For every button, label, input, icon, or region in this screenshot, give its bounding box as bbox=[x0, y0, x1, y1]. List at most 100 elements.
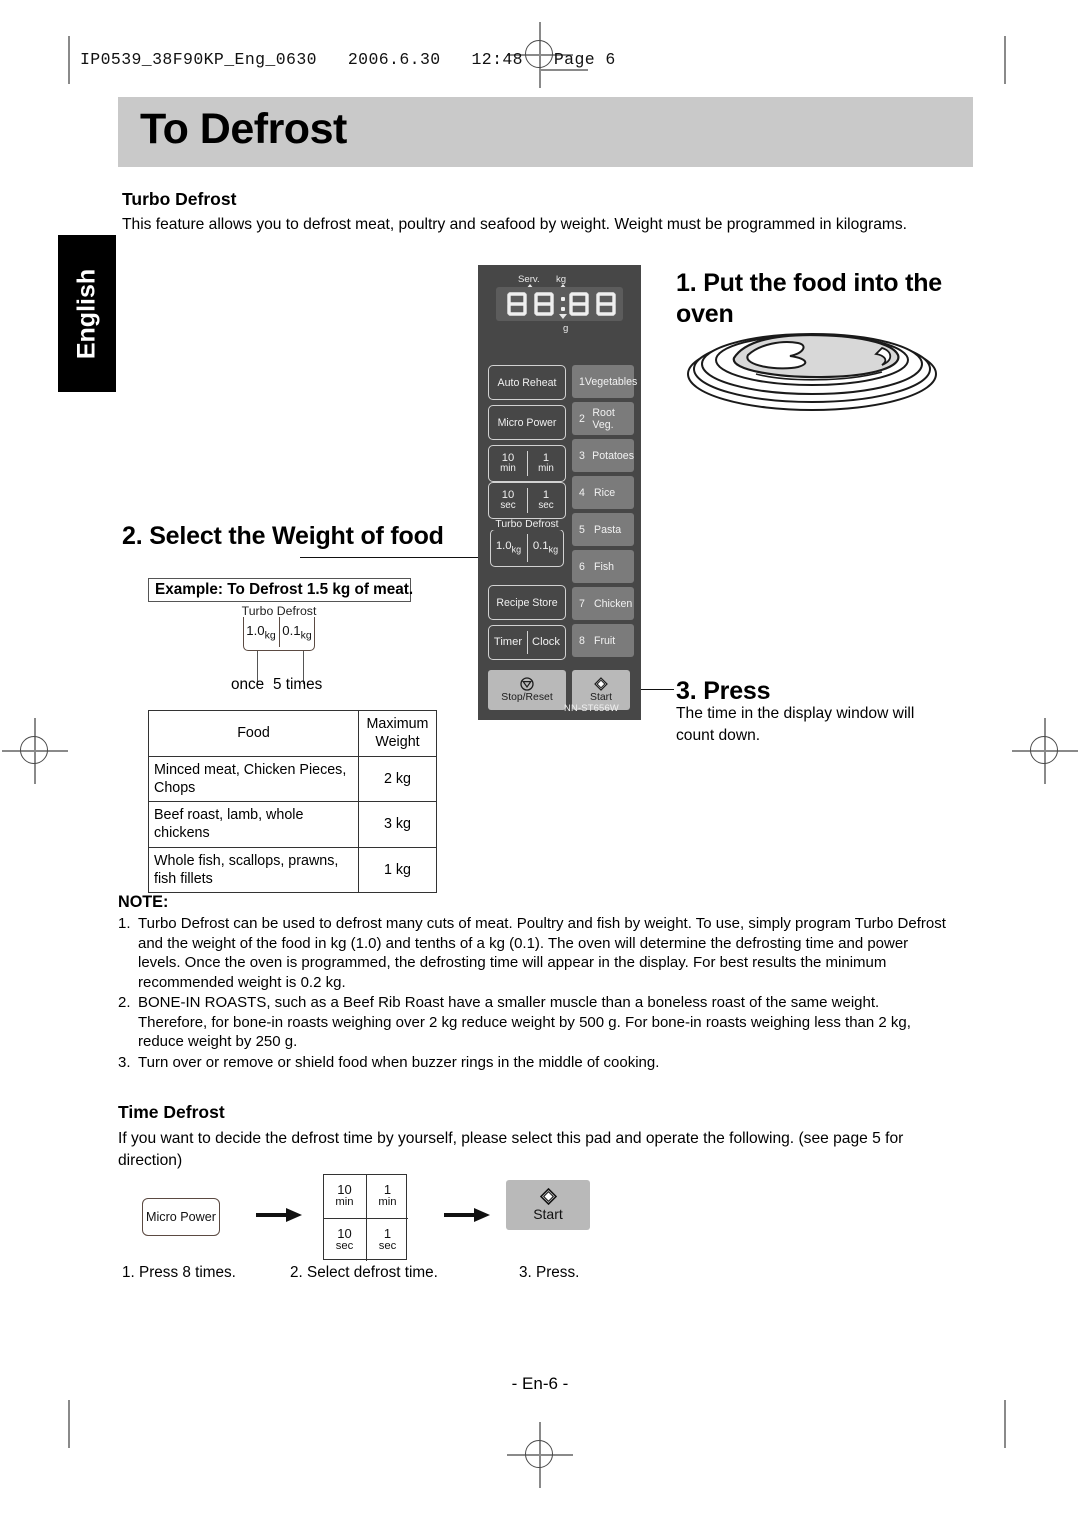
crop-rule-bottom-left bbox=[68, 1400, 70, 1448]
menu-label: Potatoes bbox=[592, 449, 634, 462]
example-tick-label-right: 5 times bbox=[273, 676, 323, 693]
panel-menu-root-veg[interactable]: 2 Root Veg. bbox=[572, 402, 634, 435]
flow-pad-10-min: 10 min bbox=[335, 1182, 354, 1208]
registration-mark-left bbox=[2, 718, 68, 784]
note-item: 3. Turn over or remove or shield food wh… bbox=[118, 1053, 946, 1073]
panel-pad-1-sec[interactable]: 1 sec bbox=[527, 483, 565, 518]
flow-start-label: Start bbox=[533, 1206, 563, 1222]
note-item-text: Turbo Defrost can be used to defrost man… bbox=[138, 915, 946, 991]
step-3-leader-line bbox=[638, 689, 674, 691]
menu-number: 7 bbox=[579, 597, 585, 610]
arrow-right-icon bbox=[444, 1208, 490, 1222]
panel-pad-10-min[interactable]: 10 min bbox=[489, 446, 527, 481]
example-tick-label-left: once bbox=[231, 676, 265, 693]
note-item: 1. Turbo Defrost can be used to defrost … bbox=[118, 914, 946, 992]
seven-segment-digit-icon bbox=[507, 292, 527, 316]
menu-label: Vegetables bbox=[584, 375, 638, 388]
table-cell-weight: 3 kg bbox=[358, 801, 437, 848]
table-cell-food: Whole fish, scallops, prawns, fish fille… bbox=[148, 846, 359, 894]
panel-menu-potatoes[interactable]: 3 Potatoes bbox=[572, 439, 634, 472]
note-list: 1. Turbo Defrost can be used to defrost … bbox=[118, 914, 946, 1073]
panel-menu-fish[interactable]: 6 Fish bbox=[572, 550, 634, 583]
registration-mark-bottom bbox=[507, 1422, 573, 1488]
note-item-text: Turn over or remove or shield food when … bbox=[138, 1053, 660, 1071]
max-weight-table: Food Maximum Weight Minced meat, Chicken… bbox=[148, 710, 437, 894]
table-row: Whole fish, scallops, prawns, fish fille… bbox=[148, 846, 437, 894]
display-indicator-g: g bbox=[563, 323, 569, 334]
flow-caption-2: 2. Select defrost time. bbox=[290, 1264, 438, 1281]
panel-menu-vegetables[interactable]: 1 Vegetables bbox=[572, 365, 638, 398]
flow-pad-1-sec: 1 sec bbox=[378, 1226, 397, 1252]
crop-rule-bottom-right bbox=[1004, 1400, 1006, 1448]
menu-number: 2 bbox=[579, 412, 585, 425]
panel-model-number: NN-ST656W bbox=[564, 702, 619, 713]
table-cell-food: Beef roast, lamb, whole chickens bbox=[148, 801, 359, 848]
crop-rule-top-center bbox=[540, 69, 588, 71]
start-diamond-icon bbox=[539, 1188, 557, 1205]
panel-button-auto-reheat[interactable]: Auto Reheat bbox=[488, 365, 566, 400]
example-key-caption: Turbo Defrost bbox=[240, 604, 318, 618]
registration-mark-right bbox=[1012, 718, 1078, 784]
menu-label: Chicken bbox=[594, 597, 633, 610]
panel-button-clock[interactable]: Clock bbox=[527, 626, 565, 659]
menu-label: Rice bbox=[594, 486, 616, 499]
stop-circle-icon bbox=[520, 677, 534, 691]
panel-turbo-defrost-caption: Turbo Defrost bbox=[488, 519, 566, 531]
table-header-row: Food Maximum Weight bbox=[148, 710, 437, 757]
example-callout: Example: To Defrost 1.5 kg of meat. bbox=[148, 578, 413, 602]
note-item-text: BONE-IN ROASTS, such as a Beef Rib Roast… bbox=[138, 994, 911, 1050]
panel-button-recipe-store[interactable]: Recipe Store bbox=[488, 585, 566, 620]
table-cell-weight: 2 kg bbox=[358, 755, 437, 803]
language-tab-label: English bbox=[72, 268, 101, 359]
panel-turbo-defrost-1kg[interactable]: 1.0kg bbox=[490, 540, 527, 554]
panel-button-timer[interactable]: Timer bbox=[489, 626, 527, 659]
step-3-body: The time in the display window will coun… bbox=[676, 705, 915, 744]
turbo-defrost-heading: Turbo Defrost bbox=[122, 189, 237, 209]
step-3-heading: 3. Press bbox=[676, 677, 771, 705]
display-colon-icon bbox=[561, 297, 565, 311]
page-title-band: To Defrost bbox=[118, 97, 973, 167]
panel-button-micro-power[interactable]: Micro Power bbox=[488, 405, 566, 440]
control-panel-illustration: Serv. kg g Auto Reheat Micro Power 10 mi… bbox=[478, 265, 641, 720]
panel-pad-seconds[interactable]: 10 sec 1 sec bbox=[488, 482, 566, 519]
flow-start-key: Start bbox=[506, 1180, 590, 1230]
plate-with-food-illustration bbox=[687, 333, 937, 411]
panel-menu-pasta[interactable]: 5 Pasta bbox=[572, 513, 634, 546]
panel-pad-1-min[interactable]: 1 min bbox=[527, 446, 565, 481]
start-diamond-icon bbox=[594, 677, 608, 691]
panel-menu-fruit[interactable]: 8 Fruit bbox=[572, 624, 634, 657]
panel-menu-rice[interactable]: 4 Rice bbox=[572, 476, 634, 509]
menu-label: Fruit bbox=[594, 634, 616, 647]
print-slug-line: IP0539_38F90KP_Eng_0630 2006.6.30 12:48 … bbox=[80, 50, 616, 69]
panel-turbo-defrost-0-1kg[interactable]: 0.1kg bbox=[527, 540, 564, 554]
panel-menu-chicken[interactable]: 7 Chicken bbox=[572, 587, 634, 620]
table-cell-food: Minced meat, Chicken Pieces, Chops bbox=[148, 755, 359, 803]
flow-pad-1-min: 1 min bbox=[378, 1182, 397, 1208]
seven-segment-digit-icon bbox=[569, 292, 589, 316]
panel-pad-timer-clock[interactable]: Timer Clock bbox=[488, 625, 566, 660]
example-turbo-defrost-key: Turbo Defrost 1.0kg 0.1kg bbox=[240, 605, 318, 652]
triangle-down-icon-g bbox=[559, 314, 567, 319]
table-row: Beef roast, lamb, whole chickens 3 kg bbox=[148, 801, 437, 848]
panel-button-stop-reset[interactable]: Stop/Reset bbox=[488, 670, 566, 710]
flow-caption-1: 1. Press 8 times. bbox=[122, 1264, 236, 1281]
menu-number: 6 bbox=[579, 560, 585, 573]
page-footer: - En-6 - bbox=[511, 1374, 569, 1393]
step-1-heading: 1. Put the food into the oven bbox=[676, 269, 943, 328]
panel-turbo-defrost-key[interactable]: Turbo Defrost 1.0kg 0.1kg bbox=[488, 519, 566, 569]
manual-page: IP0539_38F90KP_Eng_0630 2006.6.30 12:48 … bbox=[0, 0, 1080, 1528]
flow-caption-3: 3. Press. bbox=[519, 1264, 580, 1281]
note-heading: NOTE: bbox=[118, 893, 169, 911]
example-key-left-label: 1.0kg bbox=[246, 623, 276, 642]
panel-pad-minutes[interactable]: 10 min 1 min bbox=[488, 445, 566, 482]
step-2-heading: 2. Select the Weight of food bbox=[122, 522, 444, 550]
seven-segment-digit-icon bbox=[534, 292, 554, 316]
example-key-right-label: 0.1kg bbox=[282, 623, 312, 642]
flow-time-pad-grid: 10 min 1 min 10 sec 1 sec bbox=[323, 1174, 408, 1261]
time-defrost-heading: Time Defrost bbox=[118, 1102, 225, 1122]
flow-pad-10-sec: 10 sec bbox=[335, 1226, 354, 1252]
panel-pad-10-sec[interactable]: 10 sec bbox=[489, 483, 527, 518]
time-defrost-intro: If you want to decide the defrost time b… bbox=[118, 1130, 904, 1169]
panel-stop-reset-label: Stop/Reset bbox=[501, 692, 553, 703]
note-item-number: 1. bbox=[118, 915, 131, 932]
